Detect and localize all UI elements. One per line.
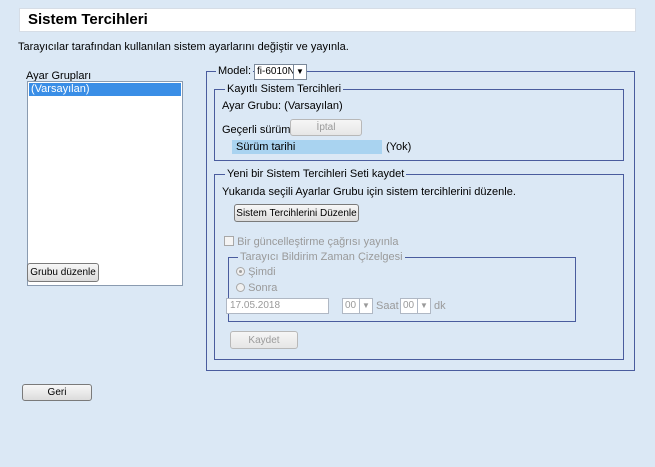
later-radio-row[interactable]: Sonra bbox=[236, 282, 277, 294]
saved-preferences-legend: Kayıtlı Sistem Tercihleri bbox=[225, 83, 344, 95]
model-value: fi-6010N bbox=[257, 66, 295, 77]
later-label: Sonra bbox=[248, 282, 278, 294]
current-version-label: Geçerli sürüm bbox=[222, 124, 291, 136]
cancel-button[interactable]: İptal bbox=[290, 119, 362, 136]
publish-checkbox[interactable] bbox=[224, 236, 234, 246]
schedule-legend: Tarayıcı Bildirim Zaman Çizelgesi bbox=[238, 251, 405, 263]
version-date-value: (Yok) bbox=[386, 141, 412, 153]
model-label: Model: bbox=[216, 65, 254, 77]
version-date-label: Sürüm tarihi bbox=[236, 141, 296, 153]
chevron-down-icon: ▼ bbox=[359, 299, 372, 313]
minute-select[interactable]: 00 ▼ bbox=[400, 298, 431, 314]
edit-group-button[interactable]: Grubu düzenle bbox=[27, 263, 99, 282]
new-set-instruction: Yukarıda seçili Ayarlar Grubu için siste… bbox=[222, 186, 516, 198]
minute-label: dk bbox=[434, 300, 446, 312]
now-label: Şimdi bbox=[248, 266, 276, 278]
edit-preferences-button[interactable]: Sistem Tercihlerini Düzenle bbox=[234, 204, 359, 222]
now-radio[interactable] bbox=[236, 267, 245, 276]
publish-checkbox-label: Bir güncelleştirme çağrısı yayınla bbox=[237, 236, 399, 248]
now-radio-row[interactable]: Şimdi bbox=[236, 266, 276, 278]
hour-value: 00 bbox=[345, 300, 357, 311]
hour-label: Saat bbox=[376, 300, 399, 312]
page-title: Sistem Tercihleri bbox=[28, 11, 148, 28]
publish-row[interactable]: Bir güncelleştirme çağrısı yayınla bbox=[224, 236, 398, 248]
chevron-down-icon: ▼ bbox=[417, 299, 430, 313]
chevron-down-icon: ▼ bbox=[293, 65, 306, 79]
page-description: Tarayıcılar tarafından kullanılan sistem… bbox=[18, 41, 349, 53]
groups-listbox[interactable]: (Varsayılan) bbox=[27, 81, 183, 286]
hour-select[interactable]: 00 ▼ bbox=[342, 298, 373, 314]
date-input[interactable]: 17.05.2018 bbox=[226, 298, 329, 314]
back-button[interactable]: Geri bbox=[22, 384, 92, 401]
new-set-legend: Yeni bir Sistem Tercihleri Seti kaydet bbox=[225, 168, 407, 180]
version-date-bar: Sürüm tarihi bbox=[232, 140, 382, 154]
list-item[interactable]: (Varsayılan) bbox=[29, 83, 181, 96]
save-button[interactable]: Kaydet bbox=[230, 331, 298, 349]
later-radio[interactable] bbox=[236, 283, 245, 292]
model-select[interactable]: fi-6010N ▼ bbox=[254, 64, 307, 80]
minute-value: 00 bbox=[403, 300, 415, 311]
settings-group-text: Ayar Grubu: (Varsayılan) bbox=[222, 100, 343, 112]
title-bar: Sistem Tercihleri bbox=[19, 8, 636, 32]
